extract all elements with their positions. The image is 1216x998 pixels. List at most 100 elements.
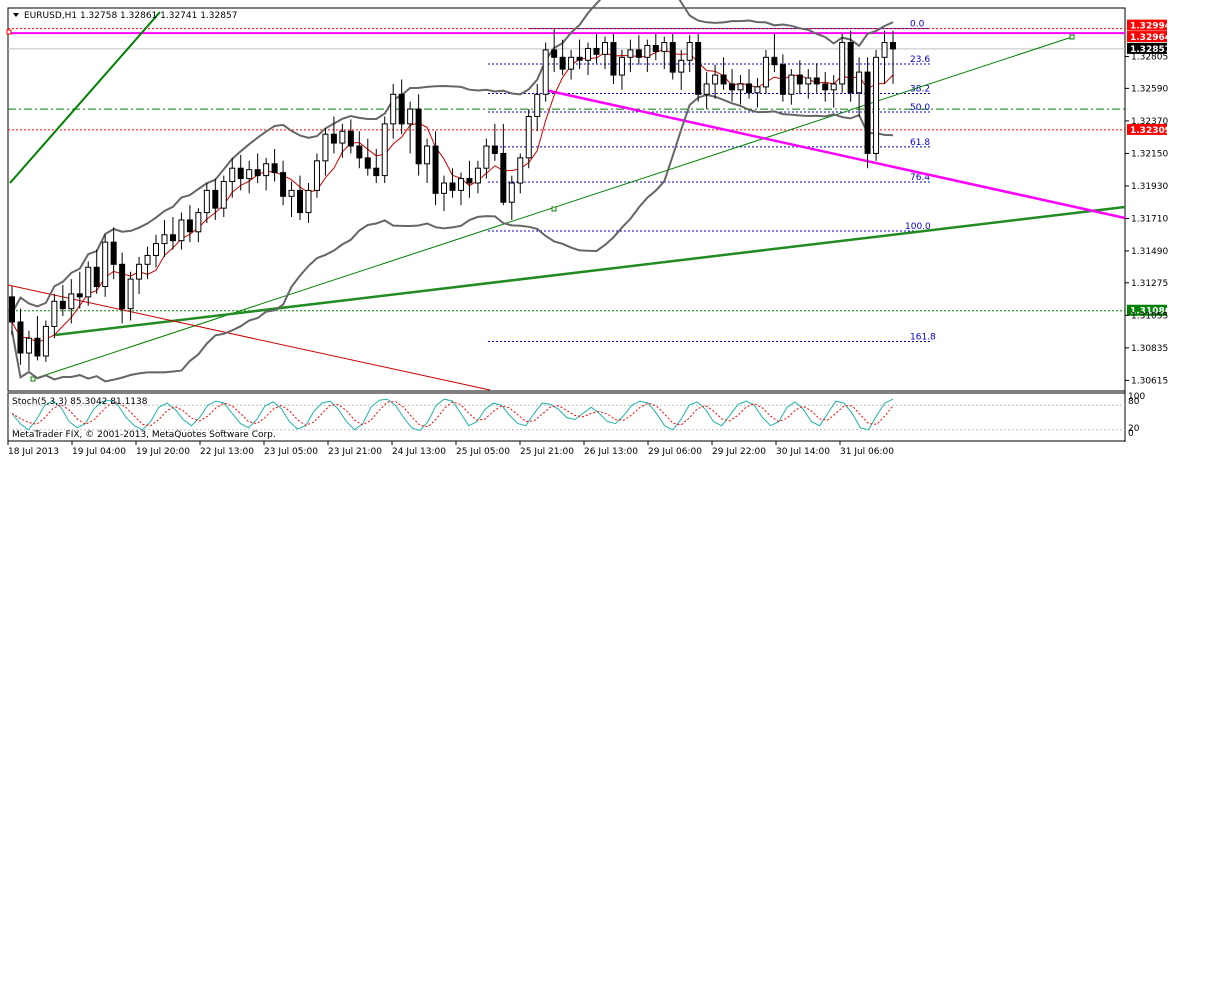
candle-bull	[678, 59, 685, 73]
time-tick-label: 19 Jul 04:00	[72, 447, 126, 457]
candle-bull	[873, 56, 880, 154]
candle-bear	[576, 56, 583, 61]
candle-bear	[822, 83, 829, 91]
candle-bull	[830, 83, 837, 91]
candle-bull	[517, 157, 524, 184]
candle-bear	[635, 49, 642, 58]
price-badge-label: 1.32994	[1130, 22, 1171, 32]
candle-bull	[712, 74, 719, 85]
oscillator-level-label: 0	[1128, 429, 1134, 439]
candle-bull	[51, 300, 58, 327]
price-tick-label: 1.31490	[1131, 247, 1168, 257]
candle-bull	[618, 56, 625, 76]
candle-bear	[551, 49, 558, 58]
price-tick-label: 1.31055	[1131, 311, 1168, 321]
candle-bull	[856, 71, 863, 94]
candle-bear	[771, 56, 778, 66]
candle-bear	[449, 182, 456, 191]
candlestick-chart[interactable]: 0.023.638.250.061.876.4100.0161.8 1.3299…	[0, 0, 1216, 470]
candle-bear	[169, 234, 176, 242]
candle-bear	[9, 296, 15, 323]
candle-bull	[102, 241, 109, 287]
candle-bear	[330, 133, 337, 144]
candle-bear	[796, 74, 803, 85]
candle-bull	[525, 115, 532, 159]
candle-bear	[610, 42, 617, 76]
candle-bear	[271, 163, 278, 174]
price-badge-label: 1.32964	[1130, 33, 1171, 43]
candle-bull	[161, 234, 168, 245]
candle-bear	[652, 44, 659, 52]
time-tick-label: 24 Jul 13:00	[392, 447, 446, 457]
candle-bull	[788, 74, 795, 95]
candle-bear	[398, 93, 405, 125]
candle-bear	[186, 219, 193, 233]
candle-bull	[534, 93, 541, 117]
candle-bear	[695, 42, 702, 95]
candle-bull	[457, 178, 464, 191]
candle-bear	[237, 167, 244, 180]
candle-bull	[195, 212, 202, 233]
candle-bear	[559, 56, 566, 70]
hline-handle[interactable]	[6, 29, 12, 35]
chart-window[interactable]: 0.0 23.6 38.2 50.0 61.8 76.4 100.0 161.8 1.3299…	[0, 0, 1216, 470]
time-tick-label: 22 Jul 13:00	[200, 447, 254, 457]
symbol-readout: EURUSD,H1 1.32758 1.32861 1.32741 1.3285…	[24, 11, 237, 21]
time-tick-label: 25 Jul 21:00	[520, 447, 574, 457]
candle-bear	[729, 83, 736, 91]
candle-bull	[263, 163, 270, 177]
price-tick-label: 1.32370	[1131, 117, 1168, 127]
candle-bull	[424, 145, 431, 165]
time-tick-label: 23 Jul 21:00	[328, 447, 382, 457]
candle-bear	[254, 169, 261, 177]
candle-bear	[93, 266, 100, 287]
candle-bear	[500, 152, 507, 203]
candle-bull	[474, 167, 481, 184]
copyright-text: MetaTrader FIX, © 2001-2013, MetaQuotes …	[12, 430, 276, 440]
candle-bear	[34, 337, 41, 357]
candle-bull	[246, 169, 253, 180]
time-tick-label: 30 Jul 14:00	[776, 447, 830, 457]
time-tick-label: 25 Jul 05:00	[456, 447, 510, 457]
fibonacci-level-label: 61.8	[910, 138, 930, 148]
candle-bull	[229, 167, 236, 183]
time-tick-label: 26 Jul 13:00	[584, 447, 638, 457]
candle-bull	[627, 49, 634, 58]
candle-bear	[745, 83, 752, 94]
candle-bear	[364, 157, 371, 169]
trendline-handle[interactable]	[30, 376, 36, 382]
candle-bear	[76, 293, 83, 298]
candle-bull	[508, 182, 515, 203]
candle-bull	[381, 123, 388, 177]
time-tick-label: 29 Jul 22:00	[712, 447, 766, 457]
trendline-handle[interactable]	[1069, 34, 1075, 40]
candle-bull	[585, 47, 592, 61]
candle-bull	[85, 266, 92, 298]
candle-bear	[280, 172, 287, 197]
candle-bear	[373, 167, 380, 177]
candle-bear	[890, 42, 896, 50]
candle-bull	[762, 56, 769, 88]
candle-bull	[805, 77, 812, 85]
price-tick-label: 1.32590	[1131, 84, 1168, 94]
price-tick-label: 1.31710	[1131, 214, 1168, 224]
price-tick-label: 1.31275	[1131, 279, 1168, 289]
candle-bull	[127, 278, 134, 310]
candle-bull	[305, 189, 312, 214]
candle-bull	[68, 293, 75, 310]
candle-bear	[669, 42, 676, 73]
trendline-handle[interactable]	[551, 206, 557, 212]
time-tick-label: 19 Jul 20:00	[136, 447, 190, 457]
candle-bull	[441, 182, 448, 194]
candle-bear	[212, 189, 219, 209]
candle-bull	[25, 337, 32, 354]
candle-bear	[491, 145, 498, 154]
candle-bull	[390, 93, 397, 125]
price-tick-label: 1.32150	[1131, 149, 1168, 159]
oscillator-level-label: 80	[1128, 397, 1140, 407]
candle-bear	[297, 189, 304, 214]
candle-bear	[593, 47, 600, 55]
time-tick-label: 23 Jul 05:00	[264, 447, 318, 457]
candle-bear	[466, 178, 473, 184]
candle-bull	[313, 160, 320, 191]
